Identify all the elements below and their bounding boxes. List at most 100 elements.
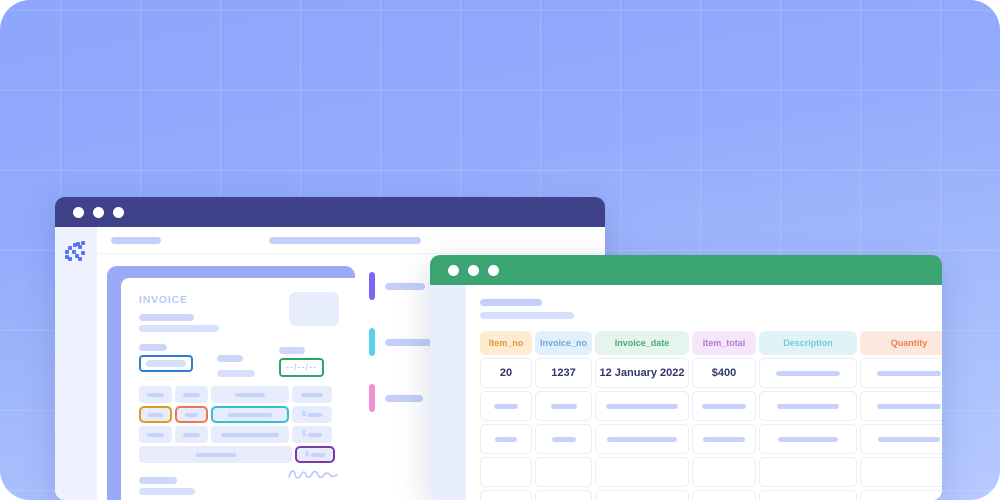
cell-placeholder <box>607 436 677 442</box>
extracted-field-item[interactable] <box>369 328 433 356</box>
table-cell <box>860 358 942 388</box>
table-app-window[interactable]: Item_no Invoice_no Invoice_date Item_tot… <box>430 255 942 500</box>
cell-placeholder <box>877 370 941 376</box>
field-color-marker-cyan <box>369 328 375 356</box>
invoice-billto-highlight[interactable] <box>139 355 193 372</box>
extracted-fields-list <box>369 266 433 500</box>
table-cell: $400 <box>692 358 756 388</box>
table-cell <box>595 457 689 487</box>
table-cell <box>595 490 689 500</box>
cell-placeholder <box>878 436 940 442</box>
table-cell <box>692 457 756 487</box>
traffic-dot-close-icon[interactable] <box>448 264 459 276</box>
table-row[interactable] <box>480 424 942 454</box>
extracted-field-item[interactable] <box>369 384 433 412</box>
column-header-invoice-date[interactable]: Invoice_date <box>595 331 689 355</box>
table-row[interactable] <box>480 457 942 487</box>
invoice-cell <box>211 426 289 443</box>
table-cell <box>480 391 532 421</box>
table-header-row: Item_no Invoice_no Invoice_date Item_tot… <box>480 331 942 355</box>
traffic-dot-minimize-icon[interactable] <box>93 206 104 218</box>
invoice-app-sidebar[interactable] <box>55 227 97 500</box>
table-cell <box>692 490 756 500</box>
cell-placeholder <box>606 403 678 409</box>
cell-value: $400 <box>711 367 737 379</box>
cell-value: 12 January 2022 <box>599 367 685 379</box>
table-app-sidebar[interactable] <box>430 285 466 500</box>
invoice-head-cell <box>139 386 172 403</box>
column-header-item-no[interactable]: Item_no <box>480 331 532 355</box>
table-cell <box>535 424 592 454</box>
table-row[interactable]: 20 1237 12 January 2022 $400 <box>480 358 942 388</box>
table-cell <box>759 358 857 388</box>
table-cell <box>535 457 592 487</box>
column-header-description[interactable]: Description <box>759 331 857 355</box>
cell-placeholder <box>776 370 840 376</box>
invoice-cell <box>175 426 208 443</box>
invoice-line-row: $ <box>139 406 339 423</box>
traffic-dot-maximize-icon[interactable] <box>113 206 124 218</box>
invoice-amount-value: $ <box>302 411 322 418</box>
invoice-total-highlight-purple[interactable]: $ <box>295 446 335 463</box>
extracted-field-item[interactable] <box>369 272 433 300</box>
invoice-total-value: $ <box>305 451 325 458</box>
table-window-body: Item_no Invoice_no Invoice_date Item_tot… <box>430 285 942 500</box>
invoice-company-line-2 <box>139 325 219 332</box>
table-cell <box>692 424 756 454</box>
invoice-shipto-group <box>217 355 255 377</box>
invoice-amount-cell: $ <box>292 406 332 423</box>
invoice-billto-label <box>139 344 167 351</box>
invoice-company-line-1 <box>139 314 194 321</box>
invoice-app-toolbar <box>97 227 605 254</box>
column-header-quantity[interactable]: Quantity <box>860 331 942 355</box>
table-row[interactable] <box>480 391 942 421</box>
invoice-date-highlight[interactable]: --/--/-- <box>279 358 324 377</box>
invoice-footer-line-2 <box>139 488 195 495</box>
invoice-head-cell <box>211 386 289 403</box>
invoice-preview-frame[interactable]: INVOICE --/--/-- $ $ $ <box>107 266 355 500</box>
table-cell <box>480 424 532 454</box>
invoice-cell-highlight-amber[interactable] <box>139 406 172 423</box>
table-row[interactable] <box>480 490 942 500</box>
traffic-dot-maximize-icon[interactable] <box>488 264 499 276</box>
table-cell <box>535 391 592 421</box>
field-value-placeholder <box>385 338 433 346</box>
invoice-total-row: $ <box>139 446 339 463</box>
cell-placeholder <box>495 436 517 442</box>
invoice-date-value: --/--/-- <box>286 362 317 372</box>
traffic-dot-minimize-icon[interactable] <box>468 264 479 276</box>
invoice-amount-cell: $ <box>292 426 332 443</box>
table-cell <box>595 424 689 454</box>
invoice-shipto-value <box>217 370 255 377</box>
cell-value: 20 <box>499 367 513 379</box>
invoice-shipto-label <box>217 355 243 362</box>
table-cell: 12 January 2022 <box>595 358 689 388</box>
invoice-line-row: $ <box>139 426 339 443</box>
field-color-marker-pink <box>369 384 375 412</box>
cell-placeholder <box>703 436 745 442</box>
invoice-date-label <box>279 347 305 354</box>
table-cell <box>860 424 942 454</box>
table-cell <box>860 391 942 421</box>
table-heading-placeholder <box>480 299 542 306</box>
invoice-window-titlebar[interactable] <box>55 197 605 227</box>
table-cell <box>595 391 689 421</box>
table-cell <box>759 391 857 421</box>
signature-icon <box>287 466 339 487</box>
table-cell: 20 <box>480 358 532 388</box>
traffic-dot-close-icon[interactable] <box>73 206 84 218</box>
invoice-cell-highlight-coral[interactable] <box>175 406 208 423</box>
column-header-invoice-no[interactable]: Invoice_no <box>535 331 592 355</box>
table-window-titlebar[interactable] <box>430 255 942 285</box>
invoice-billto-value <box>146 360 186 367</box>
table-cell <box>759 424 857 454</box>
field-color-marker-purple <box>369 272 375 300</box>
invoice-logo-placeholder <box>289 292 339 326</box>
invoice-head-cell <box>175 386 208 403</box>
table-cell <box>860 490 942 500</box>
illustration-canvas: INVOICE --/--/-- $ $ $ Item_no Invoice_n… <box>0 0 1000 500</box>
table-cell <box>759 457 857 487</box>
invoice-cell-highlight-cyan[interactable] <box>211 406 289 423</box>
column-header-item-total[interactable]: Item_total <box>692 331 756 355</box>
table-app-main: Item_no Invoice_no Invoice_date Item_tot… <box>466 285 942 500</box>
